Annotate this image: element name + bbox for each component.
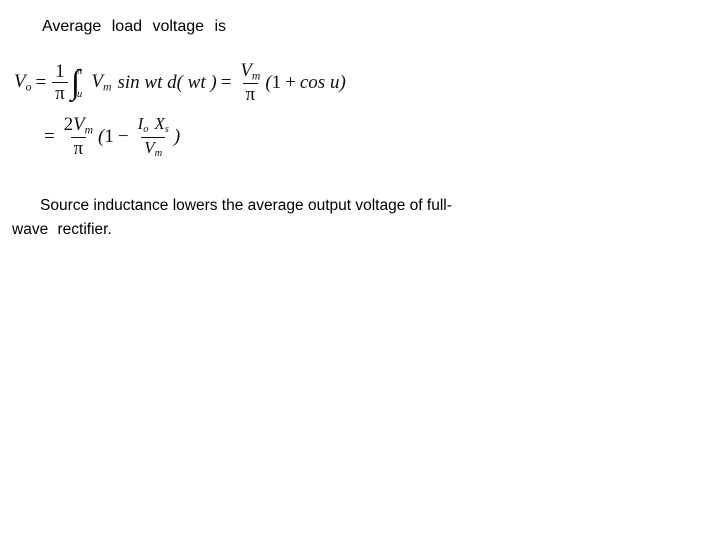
fraction-denominator: π xyxy=(242,82,259,104)
body-paragraph: Source inductance lowers the average out… xyxy=(12,194,706,266)
fraction-numerator: 2Vm xyxy=(63,114,94,137)
cos-u-term: cos u xyxy=(299,71,340,93)
equation-block: Vo = 1 π ∫ π u Vm sin wt d( wt ) = Vm π xyxy=(14,55,414,166)
two-vm-over-pi-fraction: 2Vm π xyxy=(61,115,96,158)
integral-symbol-group: ∫ π u xyxy=(70,64,83,102)
equals-sign-2: = xyxy=(220,71,232,93)
one-over-pi-fraction: 1 π xyxy=(52,62,68,103)
minus-sign: − xyxy=(117,126,129,147)
paren-close-1: ) xyxy=(339,71,346,93)
slide-canvas: Average load voltage is Vo = 1 π ∫ π u V… xyxy=(0,0,720,540)
equals-sign-3: = xyxy=(44,126,55,147)
vm-over-pi-fraction: Vm π xyxy=(237,61,263,104)
fraction-numerator: Vm xyxy=(240,59,261,83)
line2-one: 1 xyxy=(104,126,114,147)
integrand-expression: sin wt d( wt ) xyxy=(117,71,217,93)
fraction-denominator: Vm xyxy=(141,136,166,160)
rhs-one: 1 xyxy=(271,71,282,93)
fraction-numerator: 1 xyxy=(55,60,65,82)
paragraph-line-1: Source inductance lowers the average out… xyxy=(40,197,452,214)
vm-subscript-inner: m xyxy=(154,147,163,159)
vm-symbol-integrand: Vm xyxy=(91,70,112,94)
fraction-denominator: π xyxy=(70,137,87,159)
equals-sign-1: = xyxy=(35,71,47,93)
paragraph-line-2: wave rectifier. xyxy=(12,221,112,238)
paren-close-2: ) xyxy=(173,126,181,147)
ioxs-over-vm-fraction: Io Xs Vm xyxy=(135,115,172,159)
fraction-numerator: Io Xs xyxy=(137,113,169,135)
vm-subscript-line2: m xyxy=(84,123,94,137)
plus-sign: + xyxy=(285,71,296,93)
vm-subscript-integrand: m xyxy=(102,80,112,94)
integral-icon: ∫ xyxy=(70,64,81,102)
equation-line-1: Vo = 1 π ∫ π u Vm sin wt d( wt ) = Vm π xyxy=(14,55,414,110)
vm-subscript-rhs: m xyxy=(251,69,261,83)
xs-subscript: s xyxy=(164,123,169,135)
vo-symbol: Vo xyxy=(14,70,32,94)
io-subscript: o xyxy=(143,123,149,135)
equation-line-2: = 2Vm π ( 1 − Io Xs Vm ) xyxy=(14,108,414,166)
fraction-denominator: π xyxy=(52,82,68,103)
heading-text: Average load voltage is xyxy=(42,18,227,35)
